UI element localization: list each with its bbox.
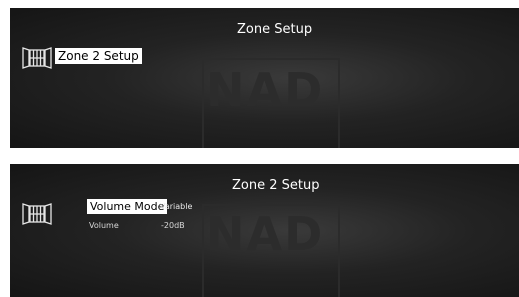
- zone-setup-screen: NAD Zone Setup Zone 2 Setup: [10, 8, 519, 148]
- zone-2-setup-screen: NAD Zone 2 Setup Volume Mode Variable Vo…: [10, 164, 519, 297]
- setting-volume-value: -20dB: [161, 221, 185, 230]
- nad-watermark-logo: NAD: [206, 207, 325, 261]
- nad-watermark-logo: NAD: [206, 63, 325, 117]
- screen-title: Zone Setup: [237, 22, 313, 37]
- zone-door-icon: [22, 47, 52, 73]
- menu-item-zone-2-setup[interactable]: Zone 2 Setup: [55, 48, 142, 64]
- setting-volume-mode-label[interactable]: Volume Mode: [87, 199, 168, 214]
- zone-door-icon: [22, 203, 52, 229]
- screen-title: Zone 2 Setup: [232, 178, 320, 193]
- setting-volume-mode-value: Variable: [160, 202, 193, 211]
- setting-volume-label[interactable]: Volume: [89, 221, 119, 230]
